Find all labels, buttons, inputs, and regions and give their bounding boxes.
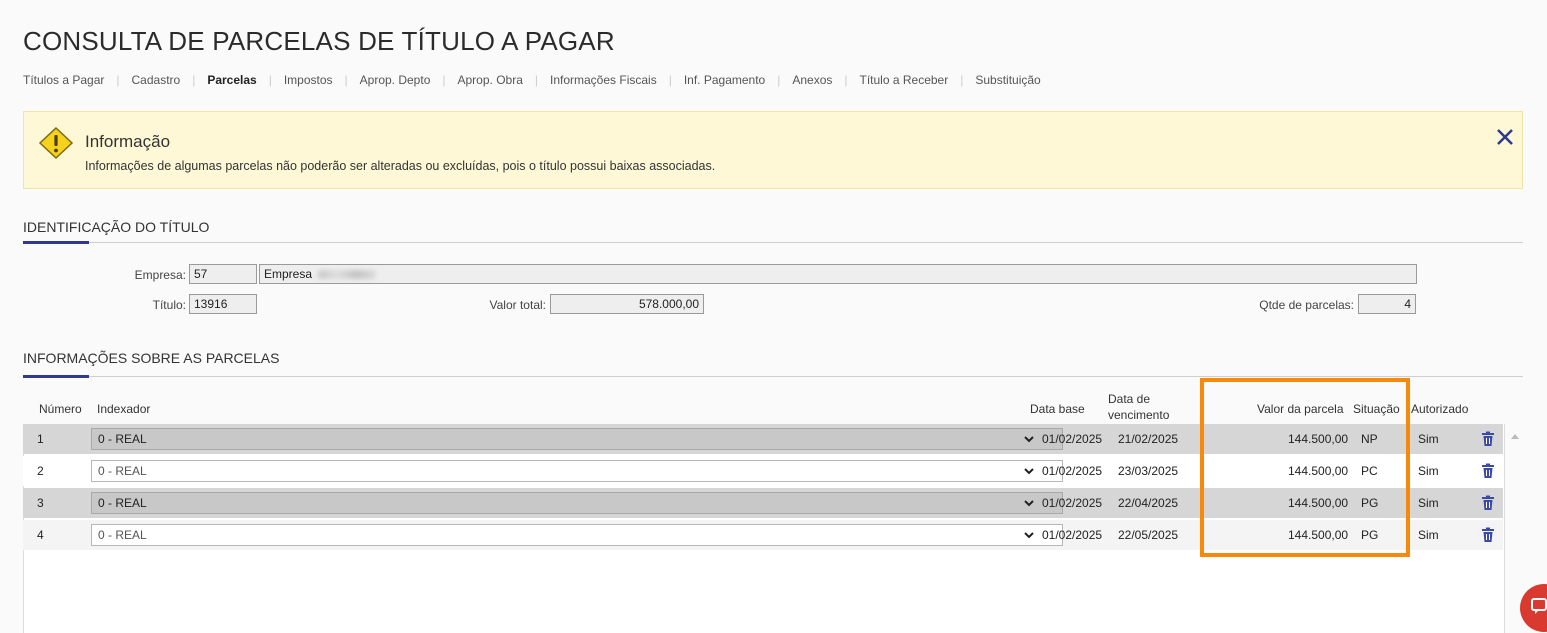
- titulo-field[interactable]: 13916: [189, 294, 257, 314]
- valor-total-field[interactable]: 578.000,00: [550, 294, 704, 314]
- tab-separator: |: [116, 73, 120, 87]
- tab-separator: |: [344, 73, 348, 87]
- cell-situacao: PG: [1361, 528, 1379, 542]
- column-header-valor-parcela: Valor da parcela: [1257, 402, 1344, 416]
- trash-icon[interactable]: [1481, 527, 1495, 543]
- column-header-situacao: Situação: [1353, 402, 1400, 416]
- column-header-numero: Número: [39, 402, 82, 416]
- tab-separator: |: [777, 73, 781, 87]
- cell-situacao: NP: [1361, 432, 1378, 446]
- table-row[interactable]: 2 0 - REAL 01/02/2025 23/03/2025 144.500…: [23, 456, 1503, 486]
- cell-data-base: 01/02/2025: [1042, 496, 1103, 510]
- cell-numero: 4: [37, 528, 44, 542]
- cell-data-base: 01/02/2025: [1042, 528, 1103, 542]
- table-row[interactable]: 3 0 - REAL 01/02/2025 22/04/2025 144.500…: [23, 488, 1503, 518]
- tab-separator: |: [960, 73, 964, 87]
- tab-separator: |: [192, 73, 196, 87]
- column-header-data-base: Data base: [1030, 402, 1085, 416]
- tab-impostos[interactable]: Impostos: [284, 73, 333, 87]
- warning-icon: [38, 126, 74, 160]
- tab-separator: |: [534, 73, 538, 87]
- cell-numero: 2: [37, 464, 44, 478]
- tab-aprop-obra[interactable]: Aprop. Obra: [458, 73, 523, 87]
- indexador-select[interactable]: 0 - REAL: [91, 428, 1063, 450]
- cell-data-base: 01/02/2025: [1042, 464, 1103, 478]
- empresa-code-field[interactable]: 57: [189, 264, 257, 284]
- tab-aprop-depto[interactable]: Aprop. Depto: [360, 73, 431, 87]
- trash-icon[interactable]: [1481, 431, 1495, 447]
- info-message: Informações de algumas parcelas não pode…: [85, 159, 716, 173]
- indexador-select[interactable]: 0 - REAL: [91, 524, 1063, 546]
- cell-vencimento: 22/05/2025: [1118, 528, 1179, 542]
- tab-titulos-a-pagar[interactable]: Títulos a Pagar: [23, 73, 104, 87]
- redacted-text: [318, 270, 377, 280]
- cell-numero: 3: [37, 496, 44, 510]
- tab-separator: |: [268, 73, 272, 87]
- cell-data-base: 01/02/2025: [1042, 432, 1103, 446]
- chevron-down-icon[interactable]: [1023, 465, 1035, 477]
- section-divider: [23, 376, 1523, 377]
- tab-separator: |: [442, 73, 446, 87]
- cell-valor: 144.500,00: [1288, 528, 1349, 542]
- trash-icon[interactable]: [1481, 495, 1495, 511]
- column-header-data-vencimento-line1: Data de: [1108, 392, 1151, 406]
- cell-numero: 1: [37, 432, 44, 446]
- scroll-up-arrow-icon[interactable]: [1510, 432, 1520, 442]
- empresa-name-text: Empresa: [264, 267, 313, 281]
- cell-vencimento: 23/03/2025: [1118, 464, 1179, 478]
- empresa-label: Empresa:: [134, 268, 186, 282]
- tab-bar: Títulos a Pagar | Cadastro | Parcelas | …: [23, 73, 1041, 87]
- titulo-label: Título:: [152, 298, 186, 312]
- cell-vencimento: 22/04/2025: [1118, 496, 1179, 510]
- tab-parcelas[interactable]: Parcelas: [207, 73, 256, 87]
- tab-cadastro[interactable]: Cadastro: [132, 73, 181, 87]
- section-title-identificacao: IDENTIFICAÇÃO DO TÍTULO: [23, 219, 210, 235]
- cell-autorizado: Sim: [1418, 432, 1439, 446]
- cell-valor: 144.500,00: [1288, 432, 1349, 446]
- section-title-parcelas: INFORMAÇÕES SOBRE AS PARCELAS: [23, 350, 280, 366]
- indexador-select[interactable]: 0 - REAL: [91, 460, 1063, 482]
- tab-informacoes-fiscais[interactable]: Informações Fiscais: [550, 73, 657, 87]
- chat-button[interactable]: [1520, 584, 1547, 632]
- cell-valor: 144.500,00: [1288, 496, 1349, 510]
- tab-separator: |: [844, 73, 848, 87]
- page-title: CONSULTA DE PARCELAS DE TÍTULO A PAGAR: [23, 26, 615, 56]
- trash-icon[interactable]: [1481, 463, 1495, 479]
- section-divider: [23, 242, 1523, 243]
- column-header-data-vencimento-line2: vencimento: [1108, 408, 1170, 422]
- chevron-down-icon[interactable]: [1023, 529, 1035, 541]
- cell-autorizado: Sim: [1418, 528, 1439, 542]
- chat-icon: [1531, 598, 1547, 614]
- section-accent: [23, 375, 89, 378]
- chevron-down-icon[interactable]: [1023, 433, 1035, 445]
- tab-inf-pagamento[interactable]: Inf. Pagamento: [684, 73, 765, 87]
- close-icon[interactable]: [1494, 126, 1516, 148]
- tab-titulo-a-receber[interactable]: Título a Receber: [860, 73, 949, 87]
- cell-autorizado: Sim: [1418, 496, 1439, 510]
- column-header-autorizado: Autorizado: [1411, 402, 1469, 416]
- cell-autorizado: Sim: [1418, 464, 1439, 478]
- table-row[interactable]: 4 0 - REAL 01/02/2025 22/05/2025 144.500…: [23, 520, 1503, 550]
- section-accent: [23, 241, 89, 244]
- cell-situacao: PC: [1361, 464, 1378, 478]
- qtde-parcelas-label: Qtde de parcelas:: [1259, 298, 1354, 312]
- valor-total-label: Valor total:: [489, 298, 546, 312]
- cell-situacao: PG: [1361, 496, 1379, 510]
- table-row[interactable]: 1 0 - REAL 01/02/2025 21/02/2025 144.500…: [23, 424, 1503, 454]
- chevron-down-icon[interactable]: [1023, 497, 1035, 509]
- qtde-parcelas-field[interactable]: 4: [1358, 294, 1416, 314]
- tab-substituicao[interactable]: Substituição: [975, 73, 1040, 87]
- column-header-indexador: Indexador: [97, 402, 151, 416]
- tab-anexos[interactable]: Anexos: [792, 73, 832, 87]
- cell-valor: 144.500,00: [1288, 464, 1349, 478]
- empresa-name-field[interactable]: Empresa: [259, 264, 1417, 284]
- tab-separator: |: [668, 73, 672, 87]
- info-alert: Informação Informações de algumas parcel…: [23, 111, 1523, 189]
- indexador-select[interactable]: 0 - REAL: [91, 492, 1063, 514]
- cell-vencimento: 21/02/2025: [1118, 432, 1179, 446]
- info-title: Informação: [85, 132, 171, 151]
